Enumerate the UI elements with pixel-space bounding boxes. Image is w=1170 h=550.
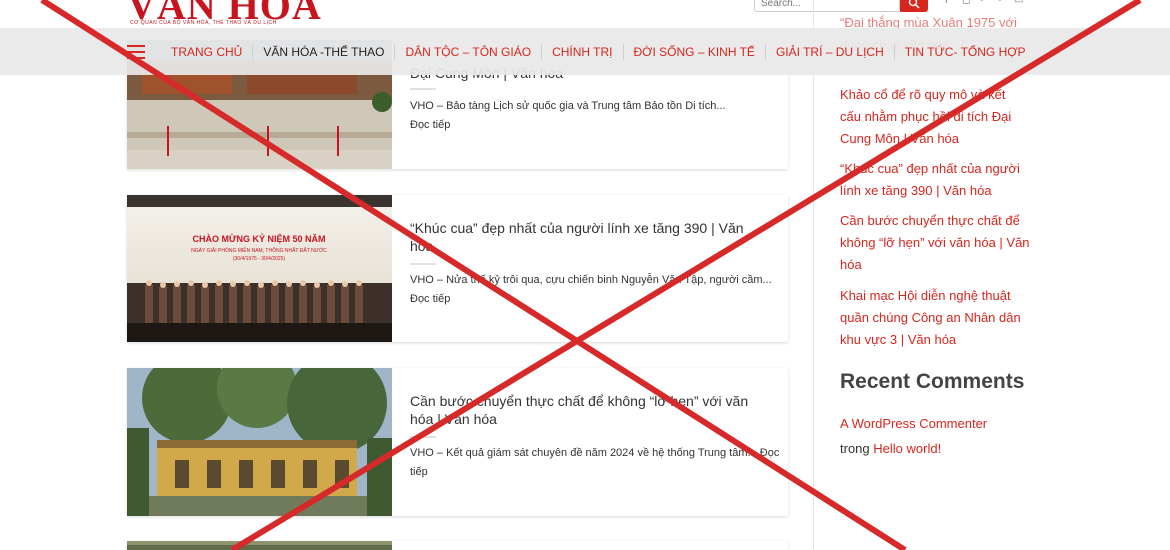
main-nav: TRANG CHỦ VĂN HÓA -THỂ THAO DÂN TỘC – TÔ… [0, 28, 1170, 75]
recent-post-link[interactable]: Khai mạc Hội diễn nghệ thuật quần chúng … [840, 285, 1030, 351]
logo-tagline: CƠ QUAN CỦA BỘ VĂN HÓA, THỂ THAO VÀ DU L… [130, 20, 277, 26]
recent-comments-heading: Recent Comments [840, 370, 1025, 393]
title-divider [410, 88, 436, 90]
article-excerpt: VHO – Kết quả giám sát chuyên đề năm 202… [410, 447, 780, 478]
read-more-link[interactable]: Đọc tiếp [410, 119, 450, 131]
article-thumbnail[interactable]: CHÀO MỪNG KỶ NIỆM 50 NĂM NGÀY GIẢI PHÓNG… [127, 195, 392, 342]
sidebar-divider [813, 0, 814, 550]
comment-post-link[interactable]: Hello world! [873, 441, 941, 456]
article-card[interactable] [127, 541, 788, 550]
comment-author-link[interactable]: A WordPress Commenter [840, 416, 987, 431]
recent-post-link[interactable]: “Khúc cua” đẹp nhất của người lính xe tă… [840, 158, 1030, 202]
facebook-icon[interactable]: f [945, 0, 955, 6]
nav-van-hoa-the-thao[interactable]: VĂN HÓA -THỂ THAO [252, 43, 394, 60]
recent-post-link[interactable]: Khảo cổ để rõ quy mô và kết cấu nhằm phụ… [840, 84, 1030, 150]
page: VĂN HÓA CƠ QUAN CỦA BỘ VĂN HÓA, THỂ THAO… [0, 0, 1170, 550]
search-input[interactable] [754, 0, 900, 12]
comment-connector: trong [840, 441, 870, 456]
recent-comment: A WordPress Commenter trong Hello world! [840, 411, 1030, 461]
instagram-icon[interactable]: ◻ [962, 0, 972, 6]
banner-dates: (30/4/1975 - 30/4/2025) [233, 256, 286, 262]
menu-icon[interactable] [127, 44, 145, 59]
nav-chinh-tri[interactable]: CHÍNH TRỊ [541, 43, 622, 60]
nav-dan-toc-ton-giao[interactable]: DÂN TỘC – TÔN GIÁO [394, 43, 541, 60]
search-button[interactable] [900, 0, 928, 12]
article-excerpt: VHO – Bảo tàng Lịch sử quốc gia và Trung… [410, 100, 726, 131]
article-card[interactable]: CHÀO MỪNG KỶ NIỆM 50 NĂM NGÀY GIẢI PHÓNG… [127, 195, 788, 342]
email-icon[interactable]: ▭ [1014, 0, 1024, 6]
title-divider [410, 263, 436, 265]
article-title[interactable]: “Khúc cua” đẹp nhất của người lính xe tă… [410, 219, 770, 255]
search-icon [908, 0, 920, 9]
nav-tin-tuc-tong-hop[interactable]: TIN TỨC- TỔNG HỢP [893, 43, 1036, 60]
article-thumbnail[interactable] [127, 368, 392, 516]
pinterest-icon[interactable]: ◦ [998, 0, 1008, 6]
recent-post-link[interactable]: Cần bước chuyển thực chất để không “lỡ h… [840, 210, 1030, 276]
nav-giai-tri-du-lich[interactable]: GIẢI TRÍ – DU LỊCH [764, 43, 894, 60]
banner-subtitle: NGÀY GIẢI PHÓNG MIỀN NAM, THỐNG NHẤT ĐẤT… [191, 247, 327, 254]
read-more-link[interactable]: Đọc tiếp [410, 293, 450, 305]
banner-title: CHÀO MỪNG KỶ NIỆM 50 NĂM [193, 233, 326, 244]
article-excerpt: VHO – Nửa thế kỷ trôi qua, cựu chiến bin… [410, 274, 772, 305]
twitter-icon[interactable]: ◦ [980, 0, 990, 6]
article-title[interactable]: Cần bước chuyển thực chất để không “lỡ h… [410, 392, 770, 428]
article-card[interactable]: Cần bước chuyển thực chất để không “lỡ h… [127, 368, 788, 516]
article-thumbnail[interactable] [127, 541, 392, 550]
title-divider [410, 436, 436, 438]
nav-trang-chu[interactable]: TRANG CHỦ [161, 44, 252, 60]
nav-doi-song-kinh-te[interactable]: ĐỜI SỐNG – KINH TẾ [622, 43, 765, 60]
